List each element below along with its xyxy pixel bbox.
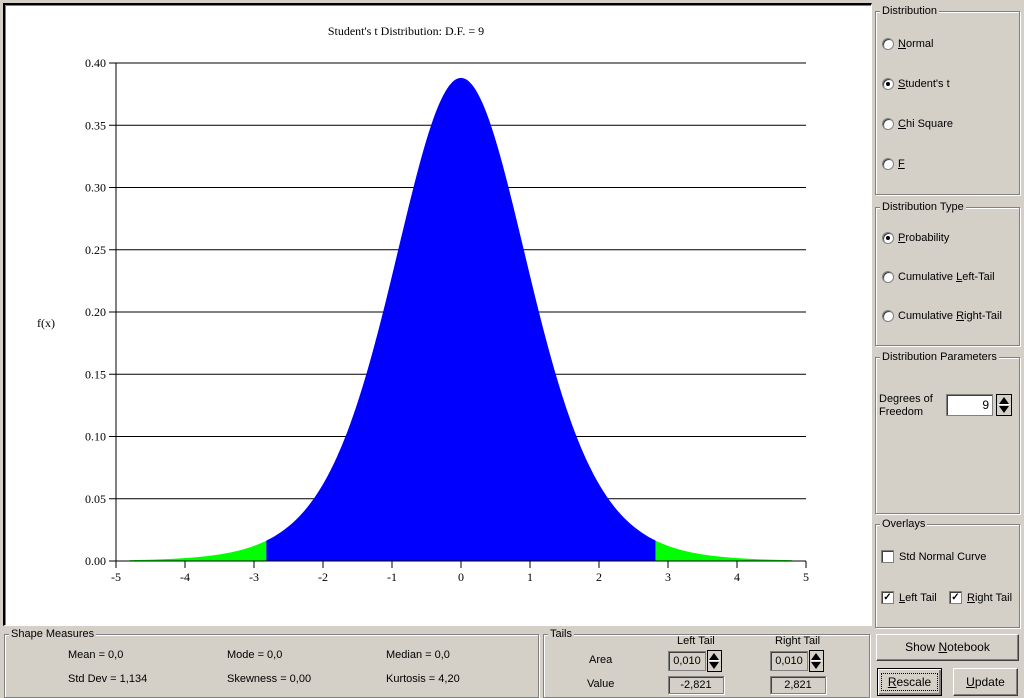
y-tick-label: 0.25 [85, 243, 106, 257]
chart-panel: Student's t Distribution: D.F. = 9 f(x) … [3, 3, 872, 626]
distribution-radio-3[interactable]: F [882, 158, 905, 170]
y-tick-label: 0.30 [85, 181, 106, 195]
distribution-type-radio-2[interactable]: Cumulative Right-Tail [882, 310, 1002, 322]
y-tick-label: 0.05 [85, 492, 106, 506]
overlays-group-title: Overlays [880, 518, 928, 531]
radio-circle[interactable] [882, 271, 894, 283]
density-areas [129, 77, 793, 562]
x-tick-label: -1 [387, 570, 397, 584]
overlays-group: Overlays Std Normal Curve ✓ Left Tail ✓ … [875, 518, 1020, 628]
distribution-radio-0[interactable]: Normal [882, 38, 933, 50]
radio-circle[interactable] [882, 78, 894, 90]
radio-circle[interactable] [882, 232, 894, 244]
radio-circle[interactable] [882, 118, 894, 130]
spin-up-icon[interactable] [811, 653, 821, 660]
x-ticks: -5 -4 -3 -2 -1 0 1 2 3 4 5 [111, 561, 809, 584]
right-tail-header: Right Tail [775, 635, 821, 647]
y-tick-label: 0.10 [85, 430, 106, 444]
shape-measures-group: Shape Measures Mean = 0,0 Mode = 0,0 Med… [4, 628, 539, 698]
region-left-tail [129, 540, 267, 561]
checkbox-box[interactable]: ✓ [881, 591, 894, 604]
y-tick-label: 0.00 [85, 554, 106, 568]
y-tick-label: 0.40 [85, 56, 106, 70]
radio-circle[interactable] [882, 310, 894, 322]
dof-label-line2: Freedom [879, 406, 924, 418]
parameters-group-title: Distribution Parameters [880, 351, 999, 364]
x-tick-label: 0 [458, 570, 464, 584]
region-body [266, 77, 656, 562]
distribution-radio-2[interactable]: Chi Square [882, 118, 953, 130]
spin-down-icon[interactable] [811, 662, 821, 669]
x-tick-label: 1 [527, 570, 533, 584]
spin-down-icon[interactable] [999, 406, 1009, 413]
median-value: Median = 0,0 [386, 649, 450, 661]
distribution-radio-1[interactable]: Student's t [882, 78, 950, 90]
y-tick-label: 0.20 [85, 305, 106, 319]
left-tail-area-input[interactable]: 0,010 [668, 651, 706, 671]
x-tick-label: 2 [596, 570, 602, 584]
shape-measures-title: Shape Measures [9, 628, 97, 641]
checkbox-box[interactable] [881, 550, 894, 563]
dof-spinner[interactable] [996, 394, 1012, 416]
distribution-type-group: Distribution Type Probability Cumulative … [875, 201, 1020, 346]
right-tail-value: 2,821 [770, 676, 826, 694]
chart-svg: Student's t Distribution: D.F. = 9 f(x) … [37, 24, 809, 584]
skewness-value: Skewness = 0,00 [227, 673, 312, 685]
mean-value: Mean = 0,0 [68, 649, 124, 661]
chart-title: Student's t Distribution: D.F. = 9 [328, 24, 484, 38]
x-tick-label: -2 [318, 570, 328, 584]
left-tail-area-spinner[interactable] [707, 650, 722, 672]
x-tick-label: 5 [803, 570, 809, 584]
distribution-group-title: Distribution [880, 5, 940, 18]
std-dev-value: Std Dev = 1,134 [68, 673, 148, 685]
right-tail-checkbox[interactable]: ✓ Right Tail [949, 591, 1012, 604]
region-right-tail [655, 540, 793, 561]
spin-up-icon[interactable] [709, 653, 719, 660]
radio-circle[interactable] [882, 158, 894, 170]
spin-up-icon[interactable] [999, 397, 1009, 404]
distribution-type-radio-0[interactable]: Probability [882, 232, 949, 244]
value-label: Value [587, 678, 615, 690]
y-axis-label: f(x) [37, 316, 55, 330]
x-tick-label: -3 [249, 570, 259, 584]
distribution-type-radio-1[interactable]: Cumulative Left-Tail [882, 271, 995, 283]
x-tick-label: 3 [665, 570, 671, 584]
left-tail-checkbox[interactable]: ✓ Left Tail [881, 591, 937, 604]
std-normal-label: Std Normal Curve [899, 550, 987, 563]
show-notebook-button[interactable]: Show Notebook [876, 634, 1019, 661]
tails-group: Tails Left Tail Right Tail Area Value 0,… [543, 628, 870, 698]
mode-value: Mode = 0,0 [227, 649, 283, 661]
x-tick-label: -5 [111, 570, 121, 584]
distribution-parameters-group: Distribution Parameters Degrees of Freed… [875, 351, 1020, 514]
distribution-type-group-title: Distribution Type [880, 201, 966, 214]
x-tick-label: -4 [180, 570, 190, 584]
left-tail-header: Left Tail [677, 635, 715, 647]
radio-circle[interactable] [882, 38, 894, 50]
kurtosis-value: Kurtosis = 4,20 [386, 673, 460, 685]
distribution-group: Distribution Normal Student's t Chi Square… [875, 5, 1020, 195]
area-label: Area [589, 654, 613, 666]
dof-input[interactable]: 9 [946, 394, 993, 416]
y-tick-label: 0.35 [85, 118, 106, 132]
spin-down-icon[interactable] [709, 662, 719, 669]
y-tick-label: 0.15 [85, 367, 106, 381]
right-tail-area-input[interactable]: 0,010 [770, 651, 808, 671]
dof-label-line1: Degrees of [879, 393, 933, 405]
std-normal-checkbox[interactable]: Std Normal Curve [881, 550, 986, 563]
checkbox-box[interactable]: ✓ [949, 591, 962, 604]
x-tick-label: 4 [734, 570, 740, 584]
tails-title: Tails [548, 628, 575, 641]
y-ticks: 0.00 0.05 0.10 0.15 0.20 0.25 0.30 0.35 0.40 [85, 56, 116, 568]
left-tail-value: -2,821 [668, 676, 724, 694]
right-tail-area-spinner[interactable] [809, 650, 824, 672]
